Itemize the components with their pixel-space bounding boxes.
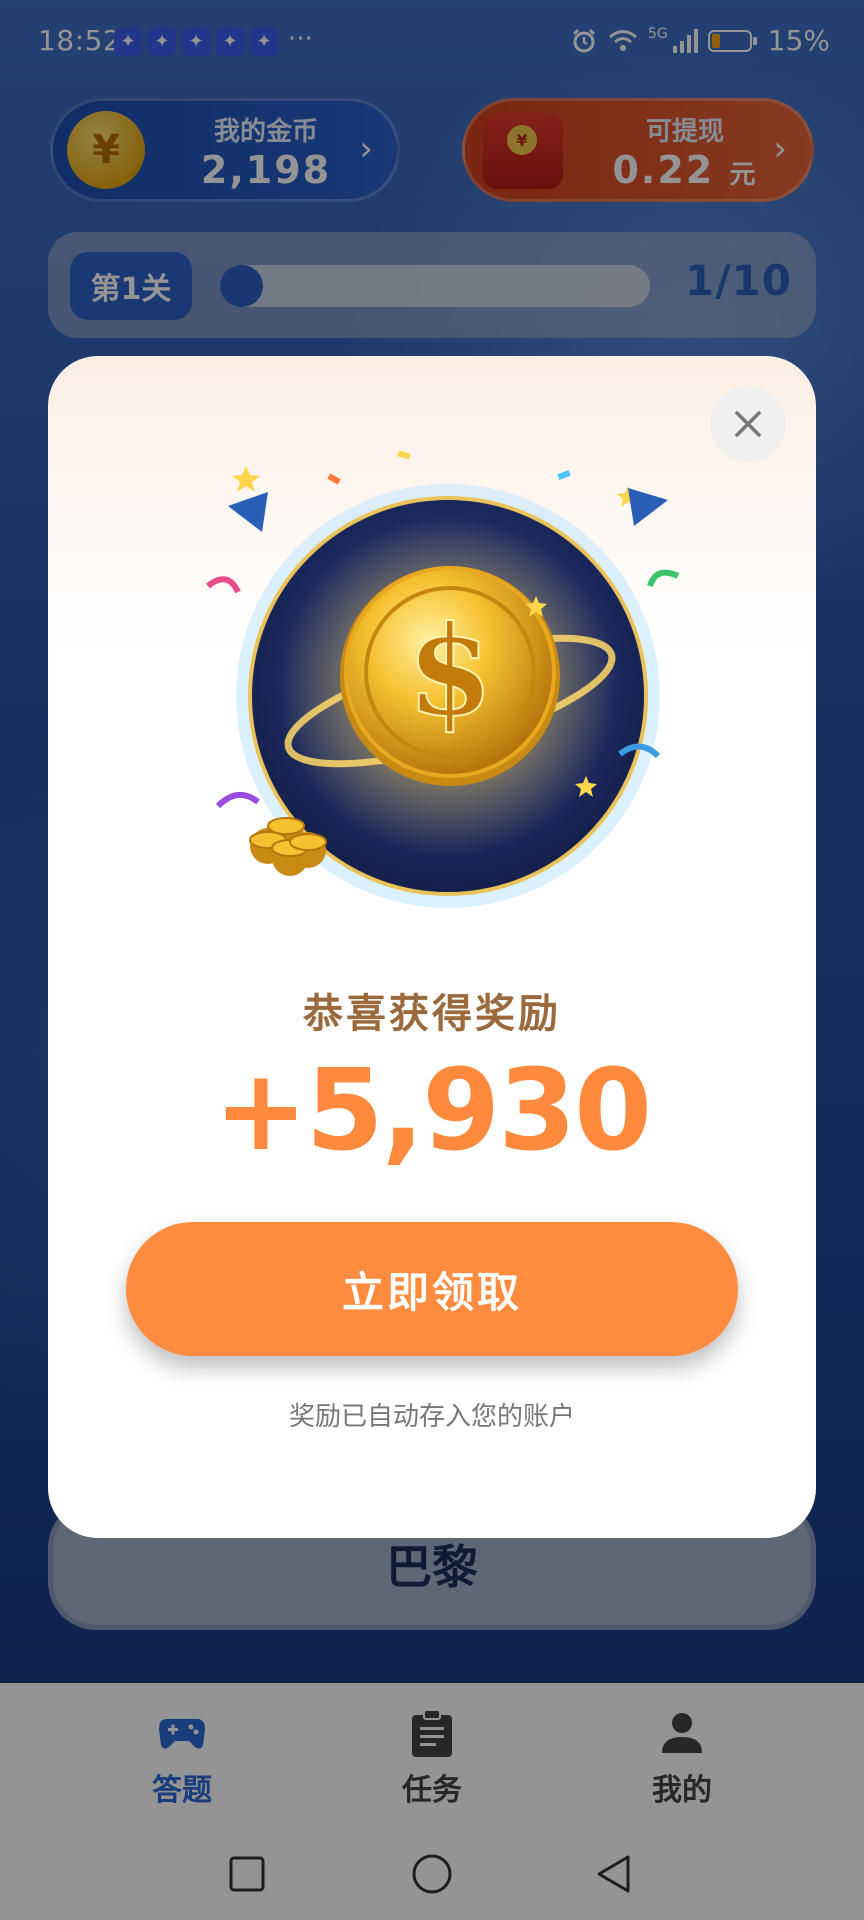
reward-modal: $ 恭喜获得奖励 +5,930 立即领取 奖励已自动存入您的账户 xyxy=(48,356,816,1538)
reward-amount: +5,930 xyxy=(213,1046,652,1176)
svg-text:$: $ xyxy=(407,599,493,744)
reward-title: 恭喜获得奖励 xyxy=(303,991,561,1037)
reward-note: 奖励已自动存入您的账户 xyxy=(288,1402,575,1432)
claim-reward-button[interactable]: 立即领取 xyxy=(126,1222,738,1356)
close-icon xyxy=(735,411,761,437)
reward-coin-illustration: $ xyxy=(206,450,680,908)
close-button[interactable] xyxy=(710,386,786,462)
